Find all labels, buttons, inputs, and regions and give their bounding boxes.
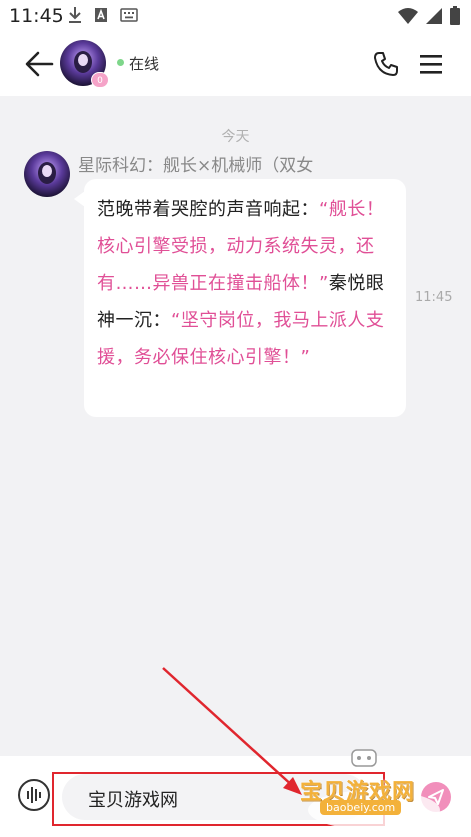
avatar-badge: 0 xyxy=(91,72,109,88)
message-narration: 范晚带着哭腔的声音响起： xyxy=(97,199,319,220)
battery-icon xyxy=(450,6,460,25)
message-bubble[interactable]: 范晚带着哭腔的声音响起：“舰长！核心引擎受损，动力系统失灵，还有……异兽正在撞击… xyxy=(84,179,406,417)
send-button[interactable] xyxy=(421,782,451,812)
keyboard-icon xyxy=(120,8,138,22)
voice-wave-icon xyxy=(27,787,41,803)
back-arrow-icon[interactable] xyxy=(24,50,54,78)
status-bar: 11:45 xyxy=(0,0,471,32)
phone-icon[interactable] xyxy=(372,50,400,78)
input-bar: 宝贝游戏网 xyxy=(0,756,471,837)
chat-area[interactable]: 今天 星际科幻：舰长×机械师（双女 范晚带着哭腔的声音响起：“舰长！核心引擎受损… xyxy=(0,96,471,756)
online-dot xyxy=(117,59,124,66)
message-input[interactable]: 宝贝游戏网 xyxy=(62,774,367,820)
menu-icon[interactable] xyxy=(418,52,444,76)
date-divider: 今天 xyxy=(221,129,250,145)
status-icons-left xyxy=(68,6,138,24)
a-box-icon xyxy=(95,8,107,22)
signal-icon xyxy=(426,8,442,24)
sender-name: 星际科幻：舰长×机械师（双女 xyxy=(78,156,314,176)
status-icons-right xyxy=(397,6,461,26)
voice-button[interactable] xyxy=(18,779,50,811)
wifi-icon xyxy=(398,8,418,24)
status-time: 11:45 xyxy=(9,5,64,27)
send-icon xyxy=(428,789,444,805)
download-icon xyxy=(69,7,81,23)
sender-avatar[interactable] xyxy=(24,151,70,197)
message-input-value: 宝贝游戏网 xyxy=(88,790,178,811)
chat-header: 0 在线 xyxy=(0,32,471,96)
online-status: 在线 xyxy=(129,55,160,73)
message-time: 11:45 xyxy=(415,290,453,305)
